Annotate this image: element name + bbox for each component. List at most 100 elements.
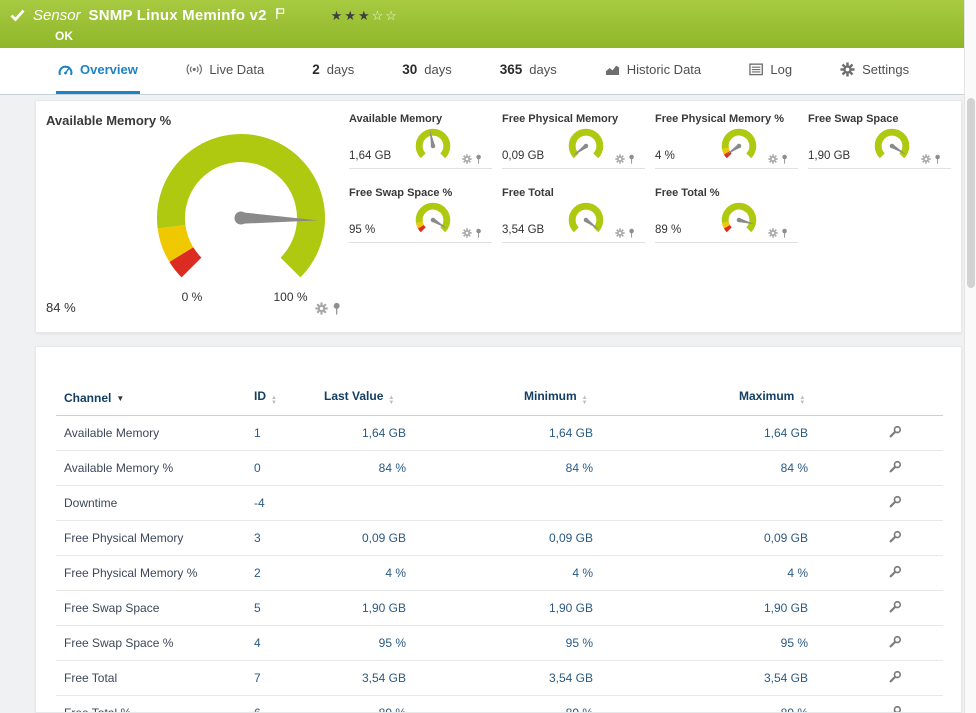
channel-settings-wrench-icon[interactable] xyxy=(889,600,902,613)
pin-icon[interactable] xyxy=(781,154,788,164)
cell-maximum: 4 % xyxy=(731,555,883,591)
column-header-id[interactable]: ID ▲ ▼ xyxy=(246,381,316,416)
cell-channel[interactable]: Available Memory xyxy=(56,415,246,451)
column-label: Minimum xyxy=(524,389,577,403)
column-label: Last Value xyxy=(324,389,384,403)
table-row-free-total[interactable]: Free Total 7 3,54 GB 3,54 GB 3,54 GB xyxy=(56,660,943,696)
tab-settings[interactable]: Settings xyxy=(838,48,911,94)
tab-2-days[interactable]: 2 days xyxy=(310,48,356,94)
chart-icon xyxy=(605,63,620,76)
cell-channel[interactable]: Free Physical Memory xyxy=(56,520,246,556)
tab-overview[interactable]: Overview xyxy=(56,48,140,94)
cell-channel[interactable]: Free Swap Space % xyxy=(56,625,246,661)
cell-channel[interactable]: Free Total % xyxy=(56,695,246,712)
mini-gauge xyxy=(721,202,757,233)
cell-id: -4 xyxy=(246,485,316,521)
cell-last-value: 0,09 GB xyxy=(316,520,516,556)
mini-gauge-label: Free Physical Memory xyxy=(502,113,619,125)
table-row-free-swap-space[interactable]: Free Swap Space % 4 95 % 95 % 95 % xyxy=(56,625,943,661)
gear-icon[interactable] xyxy=(615,154,625,164)
cell-channel[interactable]: Free Swap Space xyxy=(56,590,246,626)
column-header-last-value[interactable]: Last Value ▲ ▼ xyxy=(316,381,516,416)
pin-icon[interactable] xyxy=(628,154,635,164)
tab-30-days[interactable]: 30 days xyxy=(400,48,454,94)
channel-settings-wrench-icon[interactable] xyxy=(889,635,902,648)
star-filled-icon[interactable]: ★ xyxy=(331,8,345,24)
table-row-free-total[interactable]: Free Total % 6 89 % 89 % 89 % xyxy=(56,695,943,712)
cell-id: 6 xyxy=(246,695,316,712)
table-row-available-memory[interactable]: Available Memory % 0 84 % 84 % 84 % xyxy=(56,450,943,486)
cell-maximum: 0,09 GB xyxy=(731,520,883,556)
column-header-maximum[interactable]: Maximum ▲ ▼ xyxy=(731,381,883,416)
cell-maximum: 1,64 GB xyxy=(731,415,883,451)
cell-id: 7 xyxy=(246,660,316,696)
cell-channel[interactable]: Downtime xyxy=(56,485,246,521)
channel-settings-wrench-icon[interactable] xyxy=(889,705,902,712)
main-gauge-value: 84 % xyxy=(46,300,76,315)
cell-last-value xyxy=(316,485,516,521)
table-row-available-memory[interactable]: Available Memory 1 1,64 GB 1,64 GB 1,64 … xyxy=(56,415,943,451)
tab-historic-data[interactable]: Historic Data xyxy=(603,48,703,94)
gear-icon[interactable] xyxy=(768,228,778,238)
tab-label: Settings xyxy=(862,62,910,77)
tab-number: 30 xyxy=(402,62,418,77)
status-ok-check-icon xyxy=(10,9,25,22)
tab-365-days[interactable]: 365 days xyxy=(498,48,559,94)
gear-icon[interactable] xyxy=(315,302,328,315)
mini-gauge-free-physical-memory: Free Physical Memory 0,09 GB xyxy=(502,113,645,169)
main-gauge-min-label: 0 % xyxy=(181,290,203,304)
channel-settings-wrench-icon[interactable] xyxy=(889,565,902,578)
gear-icon[interactable] xyxy=(615,228,625,238)
cell-id: 5 xyxy=(246,590,316,626)
column-header-tools xyxy=(883,381,943,416)
gauge-icon xyxy=(58,63,73,77)
broadcast-icon xyxy=(186,63,203,76)
pin-icon[interactable] xyxy=(475,228,482,238)
cell-last-value: 95 % xyxy=(316,625,516,661)
log-icon xyxy=(749,63,764,76)
gear-icon[interactable] xyxy=(768,154,778,164)
star-filled-icon[interactable]: ★ xyxy=(344,8,358,24)
channel-settings-wrench-icon[interactable] xyxy=(889,425,902,438)
sort-icon: ▲ ▼ xyxy=(271,395,277,406)
star-empty-icon[interactable]: ☆ xyxy=(372,8,386,24)
star-empty-icon[interactable]: ☆ xyxy=(385,8,399,24)
tab-log[interactable]: Log xyxy=(747,48,794,94)
vertical-scrollbar[interactable] xyxy=(964,0,976,713)
scrollbar-thumb[interactable] xyxy=(967,98,975,288)
gear-icon[interactable] xyxy=(462,228,472,238)
flag-icon[interactable] xyxy=(275,7,285,20)
cell-last-value: 89 % xyxy=(316,695,516,712)
channel-settings-wrench-icon[interactable] xyxy=(889,460,902,473)
gear-icon[interactable] xyxy=(921,154,931,164)
pin-icon[interactable] xyxy=(781,228,788,238)
gear-icon[interactable] xyxy=(462,154,472,164)
cell-last-value: 84 % xyxy=(316,450,516,486)
channel-settings-wrench-icon[interactable] xyxy=(889,530,902,543)
cell-channel[interactable]: Free Total xyxy=(56,660,246,696)
column-header-minimum[interactable]: Minimum ▲ ▼ xyxy=(516,381,731,416)
cell-channel[interactable]: Free Physical Memory % xyxy=(56,555,246,591)
table-row-free-physical-memory[interactable]: Free Physical Memory % 2 4 % 4 % 4 % xyxy=(56,555,943,591)
pin-icon[interactable] xyxy=(475,154,482,164)
sensor-title: SNMP Linux Meminfo v2 xyxy=(88,7,267,24)
mini-gauge-free-swap-space: Free Swap Space % 95 % xyxy=(349,187,492,243)
mini-gauge-free-total: Free Total % 89 % xyxy=(655,187,798,243)
mini-gauge xyxy=(568,128,604,159)
table-row-downtime[interactable]: Downtime -4 xyxy=(56,485,943,521)
pin-icon[interactable] xyxy=(934,154,941,164)
table-row-free-physical-memory[interactable]: Free Physical Memory 3 0,09 GB 0,09 GB 0… xyxy=(56,520,943,556)
pin-icon[interactable] xyxy=(628,228,635,238)
cell-channel[interactable]: Available Memory % xyxy=(56,450,246,486)
table-row-free-swap-space[interactable]: Free Swap Space 5 1,90 GB 1,90 GB 1,90 G… xyxy=(56,590,943,626)
star-filled-icon[interactable]: ★ xyxy=(358,8,372,24)
star-rating[interactable]: ★ ★ ★ ☆ ☆ xyxy=(331,8,399,24)
tab-live-data[interactable]: Live Data xyxy=(184,48,266,94)
cell-minimum: 4 % xyxy=(516,555,731,591)
column-header-channel[interactable]: Channel ▼ xyxy=(56,381,246,416)
cell-minimum: 3,54 GB xyxy=(516,660,731,696)
pin-icon[interactable] xyxy=(332,302,341,315)
channel-settings-wrench-icon[interactable] xyxy=(889,495,902,508)
sort-desc-icon: ▼ xyxy=(116,393,125,403)
channel-settings-wrench-icon[interactable] xyxy=(889,670,902,683)
